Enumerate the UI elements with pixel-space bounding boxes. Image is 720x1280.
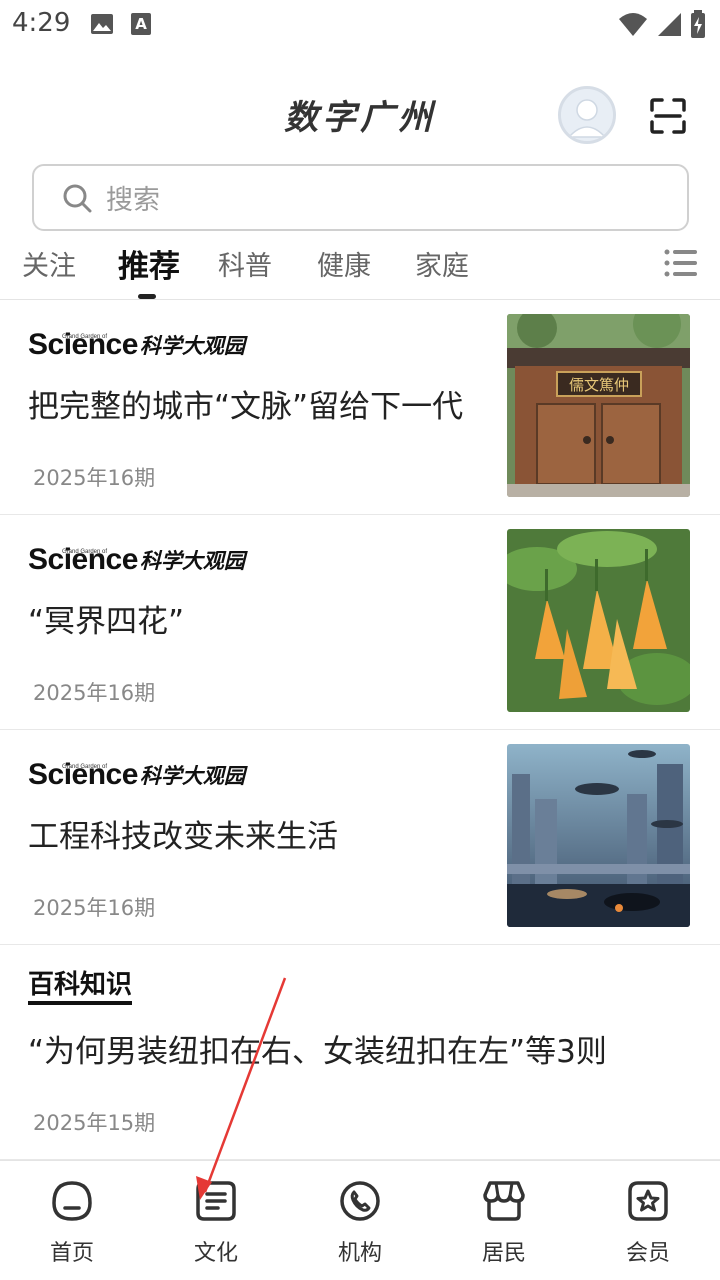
image-icon xyxy=(91,14,113,34)
wifi-icon xyxy=(619,13,647,36)
home-face-icon xyxy=(52,1181,92,1221)
source-logo-science: Grand Garden of Science 科学大观园 xyxy=(28,328,245,361)
article-title: 把完整的城市“文脉”留给下一代 xyxy=(28,389,464,425)
header: 数字广州 xyxy=(0,80,720,155)
list-menu-icon xyxy=(664,249,697,277)
article-item[interactable]: Grand Garden of Science 科学大观园 工程科技改变未来生活 … xyxy=(0,730,720,945)
nav-culture[interactable]: 文化 xyxy=(144,1179,288,1267)
tab-health[interactable]: 健康 xyxy=(317,244,371,283)
article-title: 工程科技改变未来生活 xyxy=(28,819,338,855)
avatar-icon xyxy=(561,89,613,141)
source-logo-science: Grand Garden of Science 科学大观园 xyxy=(28,758,245,791)
tab-recommend[interactable]: 推荐 xyxy=(118,241,180,286)
article-thumbnail xyxy=(507,529,690,712)
nav-label: 文化 xyxy=(193,1241,238,1266)
star-badge-icon xyxy=(628,1181,668,1221)
nav-member[interactable]: 会员 xyxy=(576,1179,720,1267)
nav-institution[interactable]: 机构 xyxy=(288,1179,432,1267)
source-logo-baike: 百科知识 xyxy=(28,970,133,1007)
battery-charging-icon xyxy=(691,10,705,38)
article-item[interactable]: Grand Garden of Science 科学大观园 把完整的城市“文脉”留… xyxy=(0,300,720,515)
nav-resident[interactable]: 居民 xyxy=(432,1179,576,1267)
article-feed: Grand Garden of Science 科学大观园 把完整的城市“文脉”留… xyxy=(0,300,720,1160)
document-icon xyxy=(196,1181,236,1221)
search-placeholder: 搜索 xyxy=(106,185,160,216)
scan-button[interactable] xyxy=(648,96,688,136)
article-issue: 2025年16期 xyxy=(33,466,156,490)
signal-icon xyxy=(658,13,681,36)
bottom-nav: 首页 文化 机构 居民 会员 xyxy=(0,1160,720,1280)
avatar[interactable] xyxy=(558,86,616,144)
search-input[interactable]: 搜索 xyxy=(32,164,689,231)
nav-home[interactable]: 首页 xyxy=(0,1179,144,1267)
article-thumbnail: 儒文篤仲 xyxy=(507,314,690,497)
shop-awning-icon xyxy=(483,1181,525,1221)
search-icon xyxy=(63,184,92,212)
status-time: 4:29 xyxy=(12,8,71,38)
article-issue: 2025年16期 xyxy=(33,681,156,705)
nav-label: 会员 xyxy=(625,1241,670,1266)
scan-icon xyxy=(650,98,686,134)
article-issue: 2025年15期 xyxy=(33,1111,156,1135)
tab-menu-button[interactable] xyxy=(664,248,698,278)
text-a-icon: A xyxy=(131,13,151,35)
active-tab-indicator xyxy=(138,294,156,299)
svg-text:A: A xyxy=(135,15,147,33)
nav-label: 机构 xyxy=(337,1241,382,1266)
category-tabs: 关注 推荐 科普 健康 家庭 xyxy=(0,236,720,300)
article-title: “为何男装纽扣在右、女装纽扣在左”等3则 xyxy=(28,1034,607,1070)
tab-family[interactable]: 家庭 xyxy=(415,244,469,283)
svg-text:儒文篤仲: 儒文篤仲 xyxy=(569,376,629,394)
article-item[interactable]: 百科知识 “为何男装纽扣在右、女装纽扣在左”等3则 2025年15期 xyxy=(0,945,720,1160)
source-logo-science: Grand Garden of Science 科学大观园 xyxy=(28,543,245,576)
nav-label: 居民 xyxy=(481,1241,526,1266)
article-title: “冥界四花” xyxy=(28,604,185,640)
nav-label: 首页 xyxy=(49,1241,94,1266)
article-issue: 2025年16期 xyxy=(33,896,156,920)
article-thumbnail xyxy=(507,744,690,927)
status-bar: 4:29 A xyxy=(0,0,720,50)
phone-icon xyxy=(340,1181,380,1221)
article-item[interactable]: Grand Garden of Science 科学大观园 “冥界四花” 2025… xyxy=(0,515,720,730)
tab-science[interactable]: 科普 xyxy=(218,244,272,283)
tab-follow[interactable]: 关注 xyxy=(22,244,76,283)
